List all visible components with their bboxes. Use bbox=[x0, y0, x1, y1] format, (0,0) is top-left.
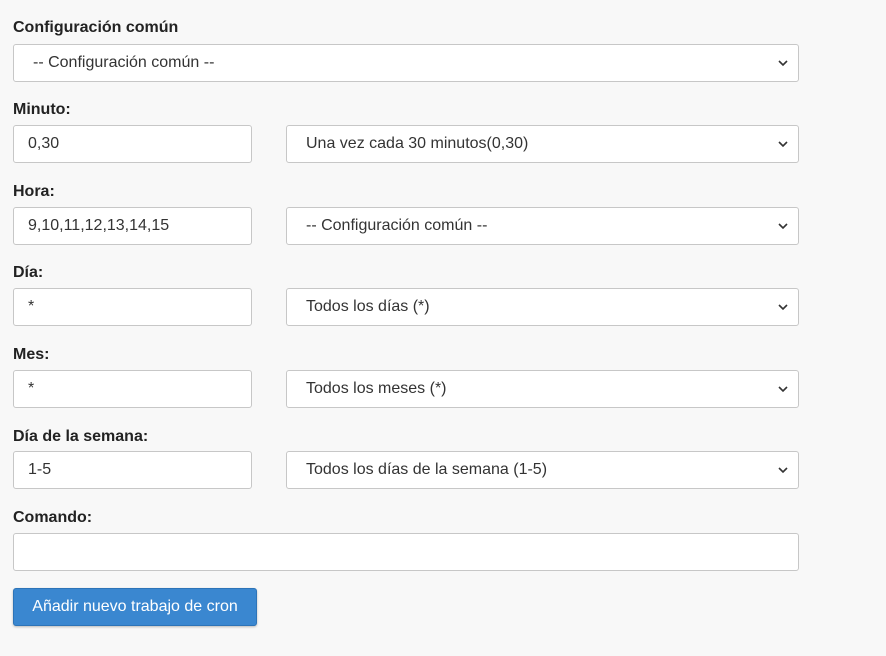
month-label: Mes: bbox=[13, 346, 50, 363]
command-label: Comando: bbox=[13, 509, 93, 526]
minute-select-value: Una vez cada 30 minutos(0,30) bbox=[306, 135, 529, 152]
weekday-input[interactable]: 1-5 bbox=[13, 451, 252, 489]
hour-select-value: -- Configuración común -- bbox=[306, 217, 488, 234]
minute-input[interactable]: 0,30 bbox=[13, 125, 252, 163]
weekday-label: Día de la semana: bbox=[13, 428, 149, 445]
chevron-down-icon bbox=[778, 384, 788, 394]
chevron-down-icon bbox=[778, 465, 788, 475]
chevron-down-icon bbox=[778, 221, 788, 231]
common-settings-label: Configuración común bbox=[13, 19, 179, 36]
weekday-select[interactable]: Todos los días de la semana (1-5) bbox=[286, 451, 799, 489]
month-select-value: Todos los meses (*) bbox=[306, 380, 447, 397]
day-input[interactable]: * bbox=[13, 288, 252, 326]
hour-label: Hora: bbox=[13, 183, 55, 200]
chevron-down-icon bbox=[778, 139, 788, 149]
add-cron-job-button[interactable]: Añadir nuevo trabajo de cron bbox=[13, 588, 257, 626]
command-input[interactable] bbox=[13, 533, 799, 571]
minute-label: Minuto: bbox=[13, 101, 71, 118]
hour-select[interactable]: -- Configuración común -- bbox=[286, 207, 799, 245]
common-settings-select[interactable]: -- Configuración común -- bbox=[13, 44, 799, 82]
month-select[interactable]: Todos los meses (*) bbox=[286, 370, 799, 408]
chevron-down-icon bbox=[778, 302, 788, 312]
chevron-down-icon bbox=[778, 58, 788, 68]
common-settings-select-value: -- Configuración común -- bbox=[33, 54, 215, 71]
hour-input[interactable]: 9,10,11,12,13,14,15 bbox=[13, 207, 252, 245]
cron-job-form: Configuración común -- Configuración com… bbox=[0, 0, 886, 656]
day-select[interactable]: Todos los días (*) bbox=[286, 288, 799, 326]
minute-select[interactable]: Una vez cada 30 minutos(0,30) bbox=[286, 125, 799, 163]
day-label: Día: bbox=[13, 264, 44, 281]
month-input[interactable]: * bbox=[13, 370, 252, 408]
weekday-select-value: Todos los días de la semana (1-5) bbox=[306, 461, 548, 478]
day-select-value: Todos los días (*) bbox=[306, 298, 430, 315]
